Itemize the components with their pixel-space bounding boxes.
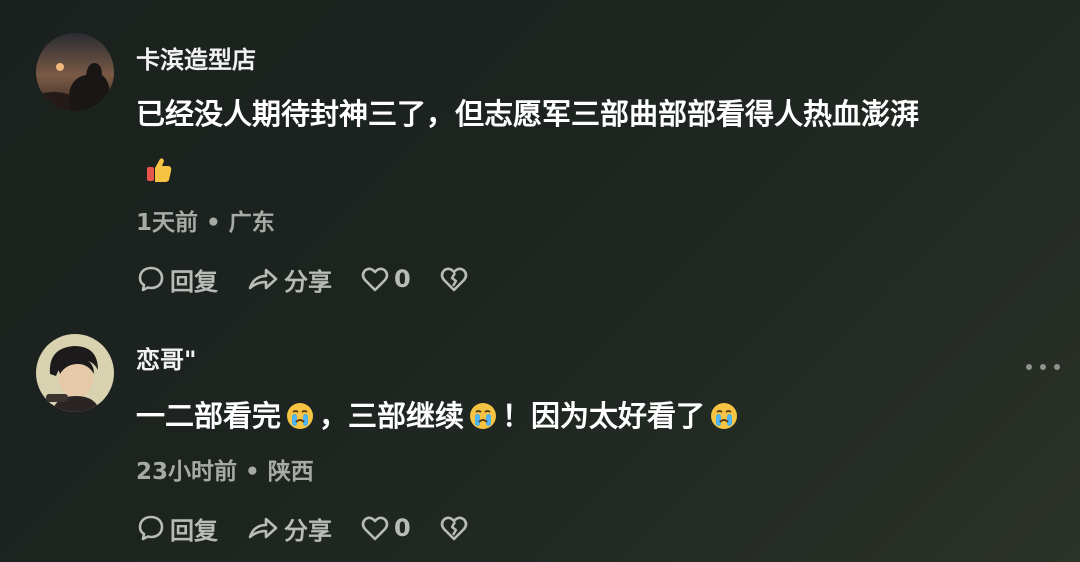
reply-button[interactable]: 回复 <box>136 262 218 297</box>
comment-body: 已经没人期待封神三了，但志愿军三部曲部部看得人热血澎湃 <box>136 97 920 131</box>
timestamp: 1天前 <box>136 210 199 236</box>
avatar[interactable] <box>36 33 114 111</box>
like-count: 0 <box>394 265 411 293</box>
broken-heart-icon <box>440 267 467 292</box>
heart-icon <box>361 516 389 541</box>
username[interactable]: 恋哥" <box>136 340 197 375</box>
comment-meta: 23小时前 • 陕西 <box>136 452 314 486</box>
avatar-image <box>36 33 114 111</box>
comment-meta: 1天前 • 广东 <box>136 203 275 237</box>
comment-body-part3: ！因为太好看了 <box>502 399 706 433</box>
like-button[interactable]: 0 <box>360 513 411 543</box>
crying-face-icon <box>709 393 739 429</box>
reply-label: 回复 <box>170 267 218 296</box>
avatar[interactable] <box>36 334 114 412</box>
username[interactable]: 卡滨造型店 <box>136 40 256 75</box>
meta-separator: • <box>206 210 229 236</box>
comment-bubble-icon <box>138 266 164 292</box>
share-arrow-icon <box>248 517 278 539</box>
crying-face-icon <box>468 393 498 429</box>
reply-button[interactable]: 回复 <box>136 511 218 546</box>
dislike-button[interactable] <box>439 513 473 543</box>
like-count: 0 <box>394 514 411 542</box>
dislike-button[interactable] <box>439 264 473 294</box>
avatar-image <box>36 334 114 412</box>
comment-actions: 回复 分享 0 <box>136 262 501 297</box>
comment-text: 一二部看完 ，三部继续 ！因为太好看了 <box>136 388 1056 444</box>
comment-text: 已经没人期待封神三了，但志愿军三部曲部部看得人热血澎湃 <box>136 86 1056 198</box>
heart-icon <box>361 267 389 292</box>
more-options-icon[interactable] <box>1026 362 1060 372</box>
comment-bubble-icon <box>138 515 164 541</box>
share-button[interactable]: 分享 <box>246 262 332 297</box>
meta-separator: • <box>245 459 268 485</box>
reply-label: 回复 <box>170 516 218 545</box>
share-button[interactable]: 分享 <box>246 511 332 546</box>
like-button[interactable]: 0 <box>360 264 411 294</box>
crying-face-icon <box>285 393 315 429</box>
thumbs-up-icon <box>144 147 174 182</box>
location: 陕西 <box>267 459 314 485</box>
comment-actions: 回复 分享 0 <box>136 511 501 546</box>
comment-body-part1: 一二部看完 <box>136 399 282 433</box>
share-arrow-icon <box>248 268 278 290</box>
share-label: 分享 <box>284 516 332 545</box>
comment-body-part2: ，三部继续 <box>319 399 465 433</box>
share-label: 分享 <box>284 267 332 296</box>
timestamp: 23小时前 <box>136 459 238 485</box>
location: 广东 <box>228 210 275 236</box>
broken-heart-icon <box>440 516 467 541</box>
